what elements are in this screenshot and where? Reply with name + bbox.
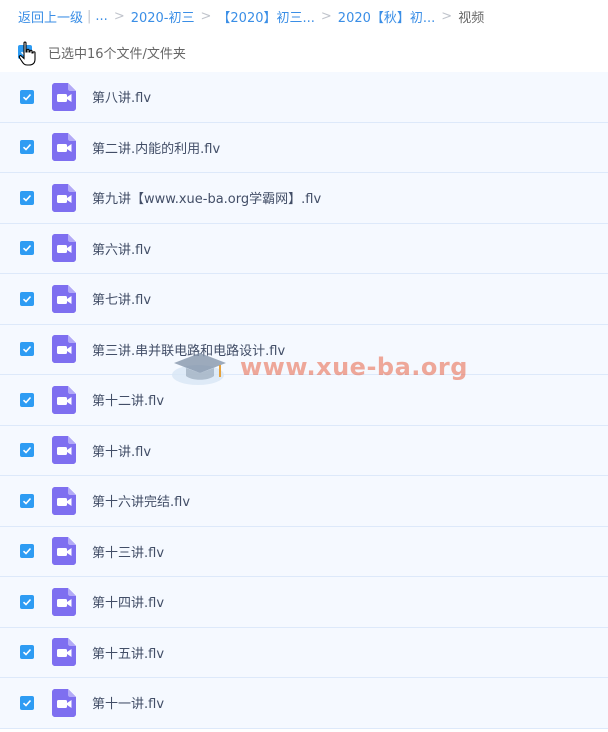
check-icon bbox=[22, 93, 32, 101]
video-file-icon bbox=[52, 537, 76, 566]
file-name[interactable]: 第七讲.flv bbox=[92, 289, 151, 308]
video-file-icon bbox=[52, 234, 76, 263]
file-row[interactable]: 第六讲.flv bbox=[0, 223, 608, 274]
breadcrumb-item[interactable]: 2020【秋】初... bbox=[338, 7, 435, 26]
video-file-icon bbox=[52, 284, 76, 313]
check-icon bbox=[22, 194, 32, 202]
file-row[interactable]: 第十讲.flv bbox=[0, 425, 608, 476]
row-checkbox[interactable] bbox=[20, 89, 34, 104]
file-row[interactable]: 第二讲.内能的利用.flv bbox=[0, 122, 608, 173]
row-checkbox[interactable] bbox=[20, 695, 34, 710]
check-icon bbox=[22, 699, 32, 707]
file-name[interactable]: 第十五讲.flv bbox=[92, 643, 164, 662]
file-name[interactable]: 第三讲.串并联电路和电路设计.flv bbox=[92, 340, 285, 359]
check-icon bbox=[22, 396, 32, 404]
file-row[interactable]: 第七讲.flv bbox=[0, 274, 608, 325]
video-file-icon bbox=[52, 638, 76, 667]
file-name[interactable]: 第八讲.flv bbox=[92, 87, 151, 106]
file-row[interactable]: 第十三讲.flv bbox=[0, 526, 608, 577]
row-checkbox[interactable] bbox=[20, 140, 34, 155]
video-file-icon bbox=[52, 587, 76, 616]
breadcrumb-separator: > bbox=[200, 8, 212, 24]
row-checkbox[interactable] bbox=[20, 493, 34, 508]
check-icon bbox=[22, 649, 32, 656]
file-name[interactable]: 第六讲.flv bbox=[92, 239, 151, 258]
check-icon bbox=[22, 598, 32, 606]
breadcrumb-current: 视频 bbox=[458, 10, 485, 26]
breadcrumb: 返回上一级 | ... > 2020-初三 > 【2020】初三... > 20… bbox=[0, 0, 608, 32]
file-row[interactable]: 第十六讲完结.flv bbox=[0, 476, 608, 527]
video-file-icon bbox=[52, 436, 76, 465]
check-icon bbox=[22, 447, 32, 454]
video-file-icon bbox=[52, 385, 76, 414]
file-row[interactable]: 第十五讲.flv bbox=[0, 627, 608, 678]
file-name[interactable]: 第十二讲.flv bbox=[92, 390, 164, 409]
row-checkbox[interactable] bbox=[20, 544, 34, 559]
row-checkbox[interactable] bbox=[20, 291, 34, 306]
file-name[interactable]: 第十讲.flv bbox=[92, 441, 151, 460]
video-file-icon bbox=[52, 82, 76, 111]
back-link[interactable]: 返回上一级 bbox=[18, 7, 83, 26]
row-checkbox[interactable] bbox=[20, 342, 34, 357]
breadcrumb-separator: > bbox=[113, 8, 125, 24]
file-list: 第八讲.flv 第二讲.内能的利用.flv 第九讲【www.xue-ba.org学霸… bbox=[0, 72, 608, 729]
check-icon bbox=[22, 295, 32, 303]
selection-count: 已选中16个文件/文件夹 bbox=[48, 46, 186, 62]
breadcrumb-ellipsis[interactable]: ... bbox=[95, 9, 107, 24]
file-row[interactable]: 第十四讲.flv bbox=[0, 577, 608, 628]
breadcrumb-separator: > bbox=[441, 8, 453, 24]
file-row[interactable]: 第八讲.flv bbox=[0, 72, 608, 123]
check-icon bbox=[22, 346, 32, 353]
row-checkbox[interactable] bbox=[20, 190, 34, 205]
video-file-icon bbox=[52, 183, 76, 212]
row-checkbox[interactable] bbox=[20, 594, 34, 609]
file-name[interactable]: 第十六讲完结.flv bbox=[92, 491, 190, 510]
file-name[interactable]: 第十一讲.flv bbox=[92, 693, 164, 712]
check-icon bbox=[22, 548, 32, 555]
row-checkbox[interactable] bbox=[20, 392, 34, 407]
breadcrumb-divider: | bbox=[87, 8, 92, 24]
selection-bar: 已选中16个文件/文件夹 bbox=[0, 32, 608, 72]
file-name[interactable]: 第十四讲.flv bbox=[92, 592, 164, 611]
video-file-icon bbox=[52, 133, 76, 162]
check-icon bbox=[22, 245, 32, 252]
file-row[interactable]: 第九讲【www.xue-ba.org学霸网】.flv bbox=[0, 173, 608, 224]
row-checkbox[interactable] bbox=[20, 645, 34, 660]
file-name[interactable]: 第二讲.内能的利用.flv bbox=[92, 138, 220, 157]
row-checkbox[interactable] bbox=[20, 241, 34, 256]
file-name[interactable]: 第十三讲.flv bbox=[92, 542, 164, 561]
video-file-icon bbox=[52, 688, 76, 717]
check-icon bbox=[22, 144, 32, 151]
check-icon bbox=[22, 497, 32, 505]
file-row[interactable]: 第十一讲.flv bbox=[0, 678, 608, 729]
breadcrumb-item[interactable]: 2020-初三 bbox=[131, 7, 195, 26]
hand-cursor-icon bbox=[18, 41, 36, 66]
breadcrumb-separator: > bbox=[320, 8, 332, 24]
file-name[interactable]: 第九讲【www.xue-ba.org学霸网】.flv bbox=[92, 188, 321, 207]
video-file-icon bbox=[52, 486, 76, 515]
file-row[interactable]: 第十二讲.flv bbox=[0, 375, 608, 426]
file-row[interactable]: 第三讲.串并联电路和电路设计.flv bbox=[0, 324, 608, 375]
video-file-icon bbox=[52, 335, 76, 364]
breadcrumb-item[interactable]: 【2020】初三... bbox=[217, 7, 314, 26]
row-checkbox[interactable] bbox=[20, 443, 34, 458]
